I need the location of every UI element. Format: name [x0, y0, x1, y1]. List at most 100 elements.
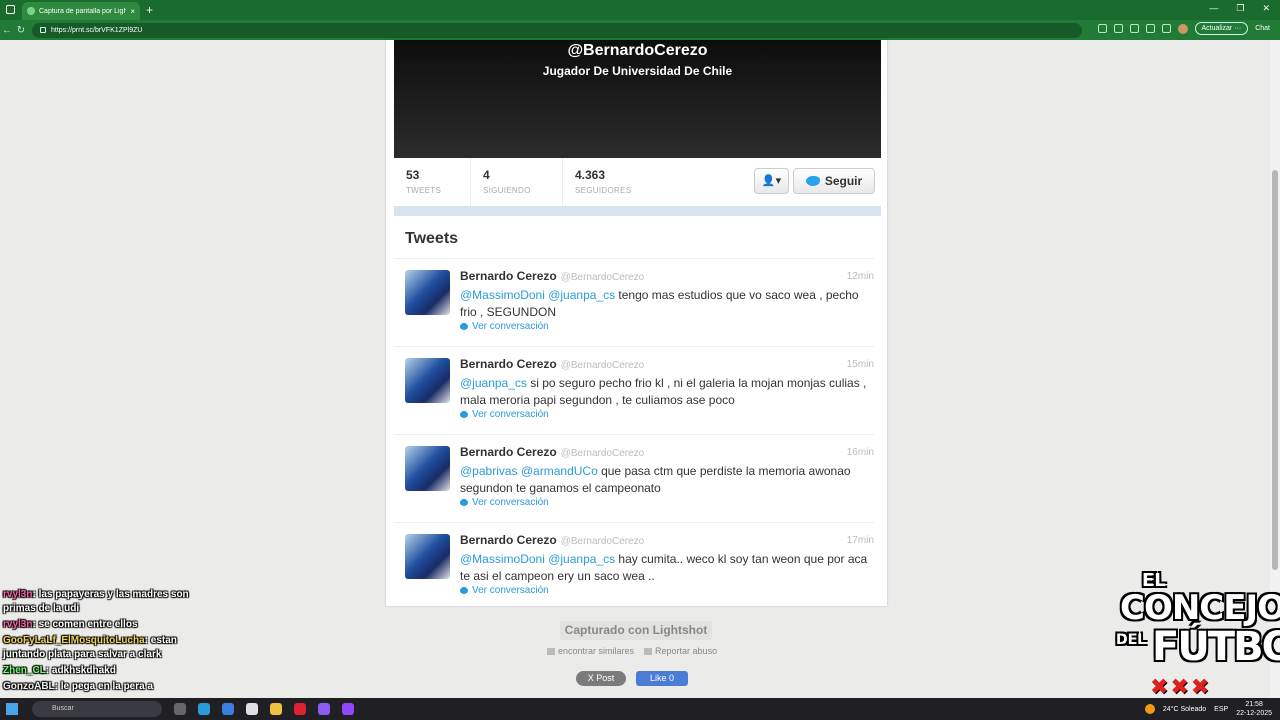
stat-label: TWEETS [406, 186, 442, 195]
chat-username: GonzoABL [3, 681, 55, 692]
tweet-text: @pabrivas @armandUCo que pasa ctm que pe… [460, 463, 870, 497]
tweet-avatar[interactable] [405, 270, 450, 315]
tweet-item[interactable]: Bernardo Cerezo @BernardoCerezo 17min @Ma… [394, 522, 874, 610]
language-indicator[interactable]: ESP [1214, 706, 1228, 713]
zoom-icon[interactable] [1113, 24, 1123, 33]
profile-header: @BernardoCerezo Jugador De Universidad D… [394, 40, 881, 158]
stat-label: SEGUIDORES [575, 186, 632, 195]
brave-icon[interactable] [294, 703, 306, 715]
tweet-time[interactable]: 17min [847, 535, 874, 546]
tweet-author[interactable]: Bernardo Cerezo @BernardoCerezo [460, 445, 644, 459]
extension-icon[interactable] [1097, 24, 1107, 33]
close-window-icon[interactable]: ✕ [1262, 3, 1270, 14]
tweet-item[interactable]: Bernardo Cerezo @BernardoCerezo 12min @Ma… [394, 258, 874, 346]
find-similar-link[interactable]: encontrar similares [547, 646, 634, 656]
chat-message: GooFyLaLf_ElMosquitoLucha: estan juntand… [0, 634, 200, 662]
tweet-avatar[interactable] [405, 446, 450, 491]
collections-icon[interactable] [1161, 24, 1171, 33]
tweet-author[interactable]: Bernardo Cerezo @BernardoCerezo [460, 269, 644, 283]
tweet-avatar[interactable] [405, 358, 450, 403]
start-icon[interactable] [6, 703, 18, 715]
view-conversation-link[interactable]: Ver conversación [460, 321, 549, 332]
tweet-time[interactable]: 12min [847, 271, 874, 282]
captured-with-lightshot[interactable]: Capturado con Lightshot [560, 621, 712, 640]
view-conversation-label: Ver conversación [472, 409, 549, 420]
favorite-icon[interactable] [1129, 24, 1139, 33]
maximize-icon[interactable]: ❐ [1236, 3, 1244, 14]
task-view-icon[interactable] [174, 703, 186, 715]
tweet-item[interactable]: Bernardo Cerezo @BernardoCerezo 15min @ju… [394, 346, 874, 434]
edge-icon[interactable] [198, 703, 210, 715]
report-abuse-link[interactable]: Reportar abuso [644, 646, 717, 656]
chrome-icon[interactable] [246, 703, 258, 715]
taskbar-search[interactable]: Buscar [32, 701, 162, 717]
tweet-author[interactable]: Bernardo Cerezo @BernardoCerezo [460, 357, 644, 371]
chat-username: Zhen_CL [3, 665, 46, 676]
tweet-text: @MassimoDoni @juanpa_cs tengo mas estudi… [460, 287, 870, 321]
new-tab-button[interactable]: + [146, 3, 153, 17]
reload-icon[interactable]: ↻ [14, 25, 28, 36]
lightshot-favicon-icon [27, 7, 35, 15]
tweet-mentions[interactable]: @MassimoDoni @juanpa_cs [460, 288, 615, 302]
x-post-button[interactable]: X Post [576, 671, 626, 686]
follow-button[interactable]: Seguir [793, 168, 875, 194]
window-menu-icon[interactable] [6, 5, 15, 14]
stat-followers[interactable]: 4.363 SEGUIDORES [563, 158, 673, 206]
tweet-time[interactable]: 16min [847, 447, 874, 458]
speech-bubble-icon [460, 499, 468, 506]
tweet-username: @BernardoCerezo [560, 448, 645, 459]
clock[interactable]: 21:58 22-12-2025 [1236, 700, 1272, 718]
view-conversation-link[interactable]: Ver conversación [460, 497, 549, 508]
lightshot-links: encontrar similares Reportar abuso [547, 646, 717, 656]
chat-message: rvyl3n: las papayeras y las madres son p… [0, 588, 200, 616]
obs-icon[interactable] [318, 703, 330, 715]
tweet-mentions[interactable]: @juanpa_cs [460, 376, 527, 390]
folder-icon[interactable] [270, 703, 282, 715]
update-button[interactable]: Actualizar ··· [1194, 22, 1249, 35]
flag-icon [644, 648, 653, 656]
weather-text[interactable]: 24°C Soleado [1163, 706, 1206, 713]
chat-username: rvyl3n [3, 589, 33, 600]
tweet-text: @MassimoDoni @juanpa_cs hay cumita.. wec… [460, 551, 870, 585]
view-conversation-link[interactable]: Ver conversación [460, 409, 549, 420]
chat-username: rvyl3n [3, 619, 33, 630]
tweet-author-name: Bernardo Cerezo [460, 445, 557, 459]
stat-following[interactable]: 4 SIGUIENDO [471, 158, 563, 206]
twitter-bird-icon [805, 176, 820, 186]
tweet-username: @BernardoCerezo [560, 272, 645, 283]
view-conversation-label: Ver conversación [472, 585, 549, 596]
chat-text: : se comen entre ellos [32, 619, 138, 630]
extensions-puzzle-icon[interactable] [1145, 24, 1155, 33]
tweet-avatar[interactable] [405, 534, 450, 579]
stat-tweets[interactable]: 53 TWEETS [394, 158, 471, 206]
stat-number: 4.363 [575, 168, 606, 182]
tab-close-icon[interactable]: × [130, 7, 135, 16]
find-similar-label: encontrar similares [558, 646, 635, 656]
tweet-username: @BernardoCerezo [560, 536, 645, 547]
tweet-mentions[interactable]: @pabrivas @armandUCo [460, 464, 598, 478]
report-abuse-label: Reportar abuso [655, 646, 718, 656]
lock-icon [40, 27, 46, 33]
windows-taskbar: Buscar 24°C Soleado ESP 21:58 22-12-2025 [0, 698, 1280, 720]
back-icon[interactable]: ← [0, 25, 14, 36]
user-actions-button[interactable]: 👤▾ [754, 168, 789, 194]
scrollbar-thumb[interactable] [1272, 170, 1278, 570]
profile-avatar[interactable] [1177, 23, 1188, 34]
chat-button[interactable]: Chat [1255, 25, 1270, 32]
tweet-item[interactable]: Bernardo Cerezo @BernardoCerezo 16min @pa… [394, 434, 874, 522]
tweet-author[interactable]: Bernardo Cerezo @BernardoCerezo [460, 533, 644, 547]
facebook-like-button[interactable]: Like 0 [636, 671, 688, 686]
url-field[interactable]: https://prnt.sc/brVFK1ZPl9ZU [32, 22, 1082, 38]
minimize-icon[interactable]: — [1209, 3, 1218, 14]
twitch-icon[interactable] [342, 703, 354, 715]
app-icon[interactable] [222, 703, 234, 715]
view-conversation-link[interactable]: Ver conversación [460, 585, 549, 596]
system-tray: 24°C Soleado ESP 21:58 22-12-2025 [1144, 698, 1272, 720]
el-concejo-del-futbol-logo: EL CONCEJO DEL FÚTBOL ✖✖✖ [1112, 570, 1280, 700]
browser-tab[interactable]: Captura de pantalla por Lightshot × [22, 2, 140, 20]
chat-text: : le pega en la pera a [54, 681, 154, 692]
tab-title: Captura de pantalla por Lightshot [39, 7, 127, 15]
tweet-mentions[interactable]: @MassimoDoni @juanpa_cs [460, 552, 615, 566]
tweets-heading: Tweets [405, 230, 459, 247]
tweet-time[interactable]: 15min [847, 359, 874, 370]
